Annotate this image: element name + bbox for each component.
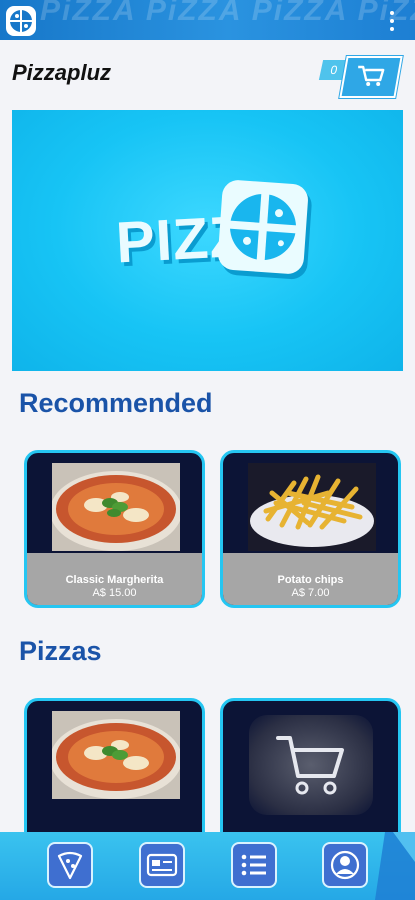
cart-icon xyxy=(358,65,385,86)
profile-icon xyxy=(330,850,360,880)
cart-icon-box[interactable] xyxy=(339,56,403,98)
placeholder-image xyxy=(249,715,373,815)
potato-chips-image xyxy=(248,463,376,551)
list-icon xyxy=(241,854,266,876)
card-icon xyxy=(146,853,178,877)
margherita-image xyxy=(52,711,180,799)
app-logo-icon xyxy=(6,6,36,36)
product-price: A$ 15.00 xyxy=(92,587,137,599)
corner-decoration xyxy=(375,832,415,900)
section-title-pizzas: Pizzas xyxy=(19,636,102,666)
product-price: A$ 7.00 xyxy=(291,587,330,599)
cart-button[interactable]: 0 xyxy=(318,54,403,98)
watermark: PiZZA PiZZA PiZZA PiZZA xyxy=(40,0,415,27)
nav-list[interactable] xyxy=(231,842,277,888)
nav-pizza[interactable] xyxy=(47,842,93,888)
pizza-icon xyxy=(57,851,83,880)
pizza-plus-logo-icon xyxy=(216,179,310,275)
product-card[interactable]: Classic Margherita A$ 15.00 xyxy=(24,450,205,608)
section-title-recommended: Recommended xyxy=(19,388,213,418)
app-title: Pizzapluz xyxy=(12,60,112,85)
product-card[interactable]: Potato chips A$ 7.00 xyxy=(220,450,401,608)
promo-banner[interactable]: PIZZA xyxy=(12,110,403,371)
bottom-navigation xyxy=(0,832,415,900)
product-name: Classic Margherita xyxy=(65,574,164,586)
nav-card[interactable] xyxy=(139,842,185,888)
top-app-bar: PiZZA PiZZA PiZZA PiZZA xyxy=(0,0,415,40)
overflow-menu-icon[interactable] xyxy=(389,11,395,31)
nav-profile[interactable] xyxy=(322,842,368,888)
margherita-image xyxy=(52,463,180,551)
product-name: Potato chips xyxy=(277,574,344,586)
cart-placeholder-icon xyxy=(276,736,344,795)
